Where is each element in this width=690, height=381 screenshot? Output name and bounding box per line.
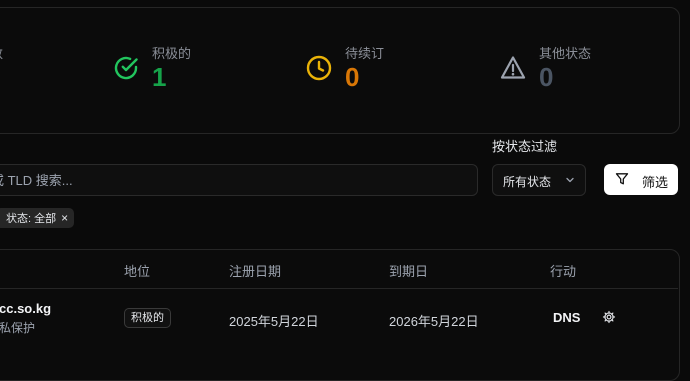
warning-triangle-icon [500, 56, 526, 79]
stat-other-label: 其他状态 [539, 46, 592, 61]
stat-other-value: 0 [539, 62, 554, 92]
stat-total-label: 数 [0, 43, 3, 62]
check-circle-icon [114, 56, 138, 80]
column-header-registered: 注册日期 [229, 264, 282, 279]
stats-card [0, 7, 680, 134]
search-input[interactable] [0, 165, 477, 195]
funnel-icon [615, 173, 629, 185]
column-header-status: 地位 [124, 264, 151, 279]
gear-icon[interactable] [602, 310, 616, 324]
search-field[interactable] [0, 164, 478, 196]
filter-button-label: 筛选 [642, 175, 669, 190]
chevron-down-icon [566, 177, 574, 183]
status-select-value: 所有状态 [503, 175, 552, 189]
domain-subtext: 私保护 [0, 321, 36, 335]
column-header-action: 行动 [550, 264, 577, 279]
domain-name[interactable]: cc.so.kg [0, 301, 51, 316]
column-header-expires: 到期日 [389, 264, 429, 279]
stat-active-label: 积极的 [152, 46, 192, 61]
stat-pending-value: 0 [345, 62, 360, 92]
status-select[interactable]: 所有状态 [492, 164, 586, 196]
status-badge: 积极的 [124, 308, 171, 328]
stat-active-value: 1 [152, 62, 167, 92]
table-header-divider [0, 288, 678, 289]
filter-button[interactable]: 筛选 [604, 164, 678, 195]
registered-date: 2025年5月22日 [229, 314, 319, 329]
active-filter-chip: 状态: 全部 × [0, 208, 75, 228]
dns-button[interactable]: DNS [553, 310, 580, 325]
clock-icon [306, 55, 332, 81]
status-filter-label: 按状态过滤 [492, 139, 558, 154]
expires-date: 2026年5月22日 [389, 314, 479, 329]
active-filter-chip-label: 状态: 全部 [6, 213, 57, 225]
close-icon[interactable]: × [61, 212, 68, 224]
stat-pending-label: 待续订 [345, 46, 385, 61]
